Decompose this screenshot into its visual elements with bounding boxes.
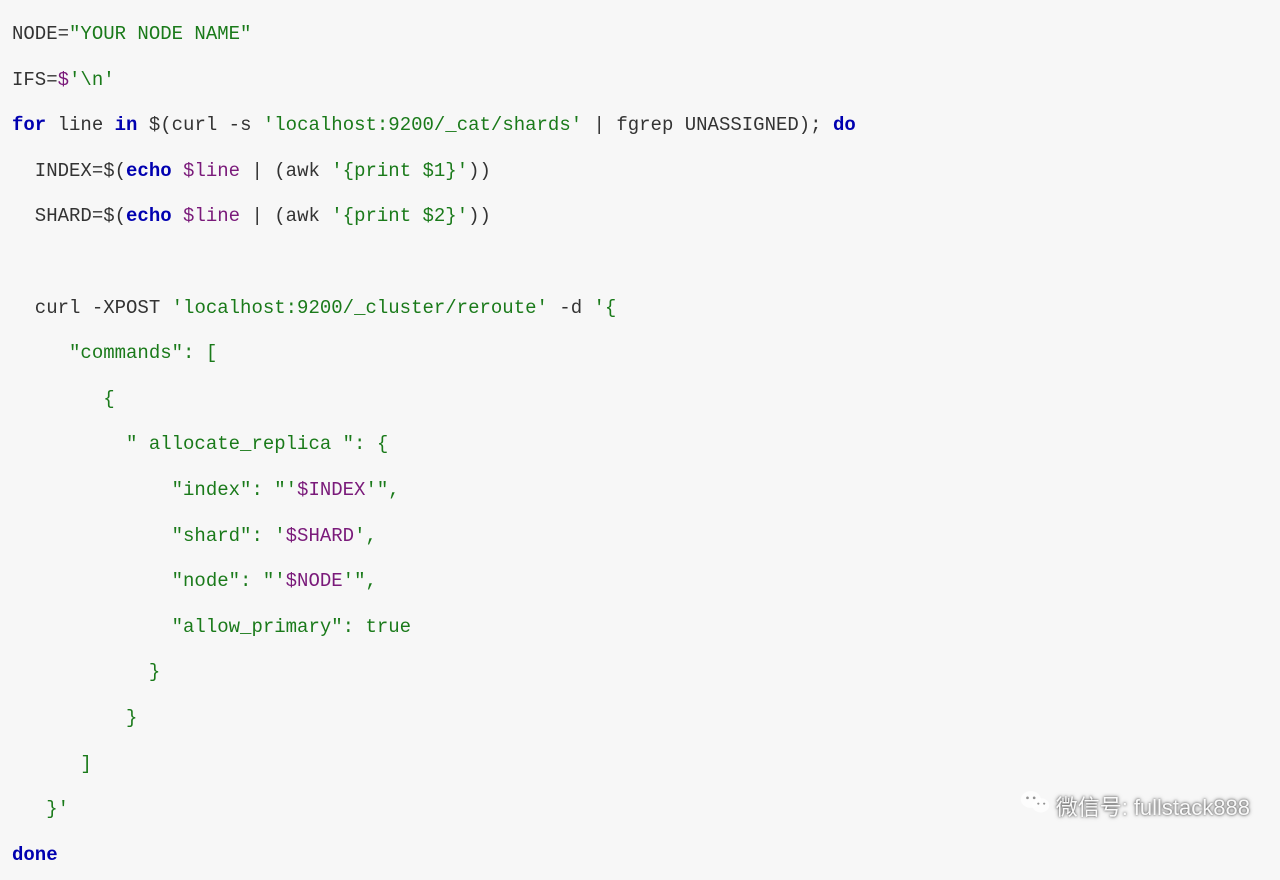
keyword-done: done — [12, 844, 58, 866]
dollar: $ — [58, 69, 69, 91]
variable: $line — [183, 205, 240, 227]
string-literal: "index": "' — [12, 479, 297, 501]
string-literal: ', — [354, 525, 377, 547]
code-line: IFS= — [12, 69, 58, 91]
string-literal: '{print $1}' — [331, 160, 468, 182]
string-literal: 'localhost:9200/_cluster/reroute' — [172, 297, 548, 319]
variable: $line — [183, 160, 240, 182]
builtin-echo: echo — [126, 205, 172, 227]
builtin-echo: echo — [126, 160, 172, 182]
string-literal: '{ — [594, 297, 617, 319]
string-literal: ] — [12, 753, 92, 775]
string-literal: }' — [12, 798, 69, 820]
code-line: NODE= — [12, 23, 69, 45]
string-literal: "shard": ' — [12, 525, 286, 547]
code-text: line — [46, 114, 114, 136]
keyword-do: do — [833, 114, 856, 136]
code-text: curl -XPOST — [12, 297, 172, 319]
string-literal: 'localhost:9200/_cat/shards' — [263, 114, 582, 136]
code-block: NODE="YOUR NODE NAME" IFS=$'\n' for line… — [12, 12, 1268, 878]
string-literal: '", — [365, 479, 399, 501]
code-text: )) — [468, 205, 491, 227]
keyword-in: in — [115, 114, 138, 136]
code-text: )) — [468, 160, 491, 182]
string-literal: } — [12, 707, 137, 729]
code-text: $(curl -s — [137, 114, 262, 136]
string-literal: '\n' — [69, 69, 115, 91]
string-literal: '{print $2}' — [331, 205, 468, 227]
code-text: | (awk — [240, 205, 331, 227]
variable: $SHARD — [286, 525, 354, 547]
code-text: INDEX=$( — [12, 160, 126, 182]
code-text: | fgrep UNASSIGNED); — [582, 114, 833, 136]
string-literal: { — [12, 388, 115, 410]
variable: $INDEX — [297, 479, 365, 501]
string-literal: } — [12, 661, 160, 683]
code-text: | (awk — [240, 160, 331, 182]
code-text: -d — [548, 297, 594, 319]
string-literal: "YOUR NODE NAME" — [69, 23, 251, 45]
variable: $NODE — [286, 570, 343, 592]
keyword-for: for — [12, 114, 46, 136]
string-literal: "allow_primary": true — [12, 616, 411, 638]
string-literal: '", — [343, 570, 377, 592]
code-text: SHARD=$( — [12, 205, 126, 227]
string-literal: "node": "' — [12, 570, 286, 592]
string-literal: " allocate_replica ": { — [12, 433, 388, 455]
string-literal: "commands": [ — [12, 342, 217, 364]
